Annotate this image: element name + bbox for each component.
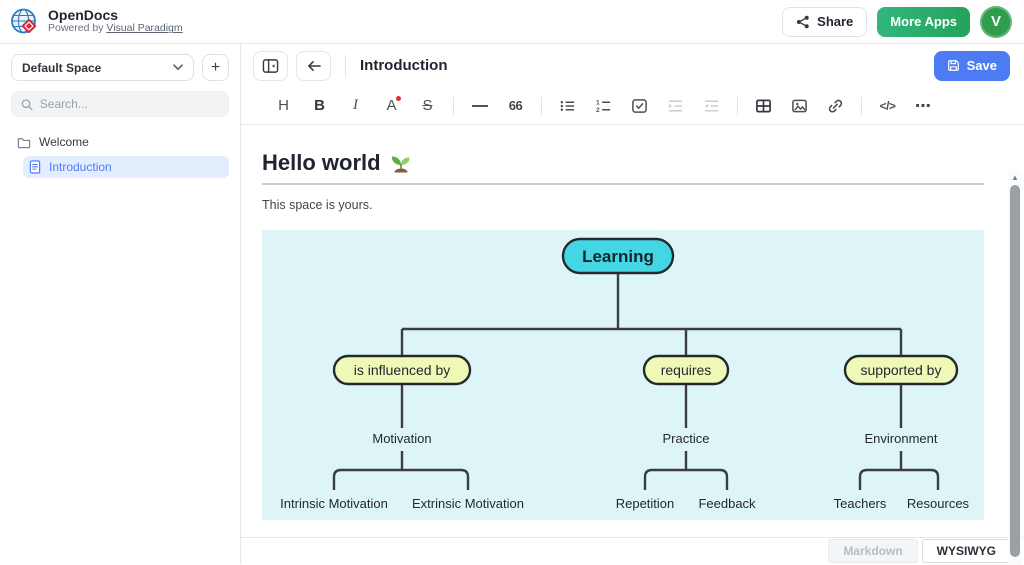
numbered-list-icon: 1 2 [595, 98, 612, 114]
svg-text:2: 2 [596, 107, 600, 114]
concept-label-3: Environment [865, 431, 938, 446]
header-divider [345, 55, 346, 77]
leaf-label-4: Feedback [698, 496, 756, 511]
plus-icon: + [211, 59, 220, 77]
avatar[interactable]: V [980, 6, 1012, 38]
table-icon [755, 98, 772, 114]
bullet-list-icon [559, 98, 576, 114]
tree-item-introduction[interactable]: Introduction [23, 156, 229, 178]
tree-item-welcome[interactable]: Welcome [11, 131, 229, 153]
toolbar-task-list-button[interactable] [626, 92, 653, 119]
root-node-label: Learning [582, 247, 654, 266]
toolbar-divider [737, 97, 738, 115]
toolbar-divider [453, 97, 454, 115]
search-icon [21, 98, 33, 111]
toolbar-table-button[interactable] [750, 92, 777, 119]
toolbar-more-button[interactable]: ⋯ [910, 92, 937, 119]
concept-map-block[interactable]: Learning is influenced by requires suppo… [262, 230, 1024, 525]
outdent-icon [703, 98, 720, 114]
toolbar-text-color-button[interactable]: A [378, 92, 405, 119]
search-box[interactable] [11, 91, 229, 117]
sidebar-toggle-button[interactable] [253, 51, 288, 81]
toolbar-indent-button[interactable] [662, 92, 689, 119]
svg-text:1: 1 [596, 99, 600, 106]
toolbar-blockquote-button[interactable]: 66 [502, 92, 529, 119]
leaf-label-3: Repetition [616, 496, 675, 511]
heading-rule [262, 183, 984, 185]
toolbar-link-button[interactable] [822, 92, 849, 119]
indent-icon [667, 98, 684, 114]
toolbar-heading-button[interactable]: H [270, 92, 297, 119]
folder-icon [17, 136, 31, 149]
document-icon [29, 160, 41, 174]
add-space-button[interactable]: + [202, 54, 229, 81]
toolbar-image-button[interactable] [786, 92, 813, 119]
horizontal-rule-icon [472, 105, 488, 107]
image-icon [791, 98, 808, 114]
leaf-label-1: Intrinsic Motivation [280, 496, 388, 511]
app-title: OpenDocs [48, 8, 183, 23]
mode-tab-wysiwyg[interactable]: WYSIWYG [922, 539, 1011, 563]
relation-label-2: requires [661, 362, 712, 378]
link-icon [827, 98, 844, 114]
brand: OpenDocs Powered by Visual Paradigm [10, 7, 183, 37]
editor-panel: Introduction Save H B I A S [241, 44, 1024, 564]
more-apps-button[interactable]: More Apps [877, 7, 970, 37]
page-title: Introduction [360, 57, 447, 74]
toolbar-outdent-button[interactable] [698, 92, 725, 119]
save-icon [947, 59, 960, 72]
toolbar-code-button[interactable]: </> [874, 92, 901, 119]
concept-map: Learning is influenced by requires suppo… [262, 230, 984, 520]
top-bar: OpenDocs Powered by Visual Paradigm Shar… [0, 0, 1024, 44]
toolbar-bold-button[interactable]: B [306, 92, 333, 119]
scroll-up-icon[interactable]: ▲ [1008, 171, 1022, 183]
relation-label-3: supported by [861, 362, 942, 378]
document-content[interactable]: Hello world This space is yours. [241, 125, 1024, 537]
status-bar: Markdown WYSIWYG [241, 537, 1024, 564]
task-list-icon [631, 98, 648, 114]
leaf-label-6: Resources [907, 496, 970, 511]
back-button[interactable] [296, 51, 331, 81]
toolbar-numbered-list-button[interactable]: 1 2 [590, 92, 617, 119]
toolbar-italic-button[interactable]: I [342, 92, 369, 119]
concept-label-2: Practice [663, 431, 710, 446]
editor-header: Introduction Save [241, 44, 1024, 87]
leaf-label-2: Extrinsic Motivation [412, 496, 524, 511]
page-tree: Welcome Introduction [11, 131, 229, 178]
editor-scrollbar[interactable]: ▲ ▼ [1008, 171, 1022, 565]
scrollbar-thumb[interactable] [1010, 185, 1020, 557]
chevron-down-icon [173, 64, 183, 71]
leaf-label-5: Teachers [834, 496, 887, 511]
doc-paragraph: This space is yours. [262, 198, 1024, 212]
seedling-emoji-icon [389, 151, 413, 175]
mode-tab-markdown[interactable]: Markdown [828, 539, 917, 563]
visual-paradigm-link[interactable]: Visual Paradigm [106, 22, 182, 34]
search-input[interactable] [40, 97, 219, 111]
toolbar-divider [861, 97, 862, 115]
concept-label-1: Motivation [372, 431, 431, 446]
share-icon [796, 15, 810, 29]
save-button[interactable]: Save [934, 51, 1010, 81]
toolbar-horizontal-rule-button[interactable] [466, 92, 493, 119]
color-dot-icon [396, 96, 401, 101]
share-button[interactable]: Share [782, 7, 867, 37]
space-selector[interactable]: Default Space [11, 54, 194, 81]
toolbar-divider [541, 97, 542, 115]
panel-left-icon [262, 58, 279, 74]
toolbar-bullet-list-button[interactable] [554, 92, 581, 119]
relation-label-1: is influenced by [354, 362, 451, 378]
formatting-toolbar: H B I A S 66 [241, 87, 1024, 125]
back-arrow-icon [306, 59, 322, 73]
app-logo-icon [10, 7, 40, 37]
powered-by: Powered by Visual Paradigm [48, 23, 183, 35]
toolbar-strikethrough-button[interactable]: S [414, 92, 441, 119]
sidebar: Default Space + Welcome [0, 44, 241, 564]
doc-heading: Hello world [262, 150, 984, 176]
